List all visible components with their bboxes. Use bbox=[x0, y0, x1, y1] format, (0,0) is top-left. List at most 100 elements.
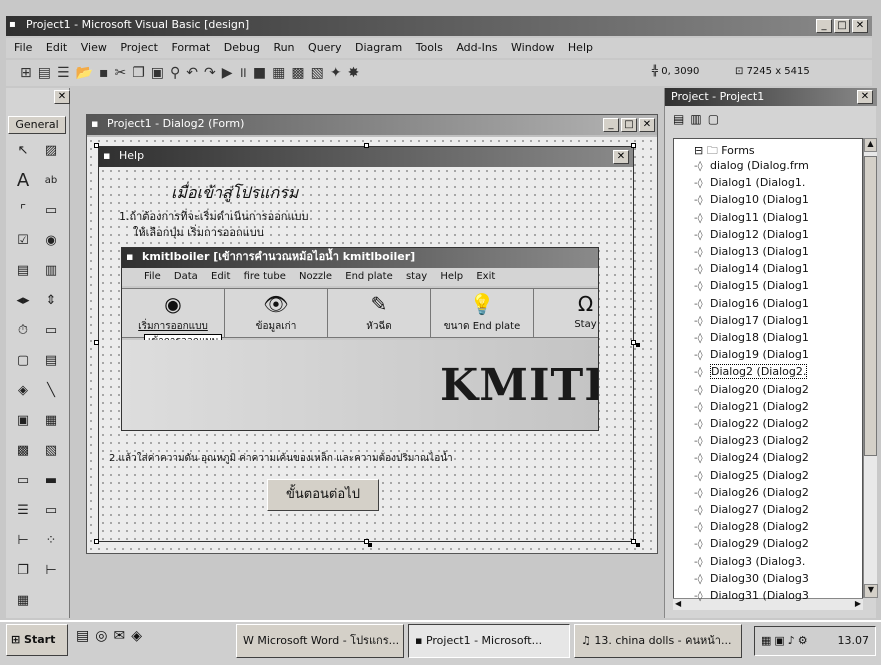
resize-handle[interactable] bbox=[94, 143, 99, 148]
toolbar-tool-icon[interactable]: ☰ bbox=[10, 500, 36, 522]
start-button[interactable]: ⊞ Start bbox=[6, 624, 68, 656]
progress-tool-icon[interactable]: ▭ bbox=[38, 500, 64, 522]
close-button[interactable]: ✕ bbox=[852, 19, 868, 33]
find-icon[interactable]: ⚲ bbox=[170, 65, 186, 81]
minimize-button[interactable]: _ bbox=[816, 19, 832, 33]
label-tool-icon[interactable]: A bbox=[10, 170, 36, 192]
tree-form-item[interactable]: -◊ Dialog17 (Dialog1 bbox=[694, 313, 809, 329]
line-tool-icon[interactable]: ╲ bbox=[38, 380, 64, 402]
menu-editor-icon[interactable]: ☰ bbox=[57, 65, 76, 81]
form-minimize-button[interactable]: _ bbox=[603, 118, 619, 132]
frame-tool-icon[interactable]: ⌜ bbox=[10, 200, 36, 222]
tree-form-item[interactable]: -◊ Dialog29 (Dialog2 bbox=[694, 536, 809, 552]
menu-format[interactable]: Format bbox=[171, 41, 210, 54]
listview-tool-icon[interactable]: ⁘ bbox=[38, 530, 64, 552]
help-form[interactable]: ▪ Help ✕ เมื่อเข้าสู่โปรแกรม 1.ถ้าต้องกา… bbox=[98, 146, 634, 542]
task-media[interactable]: ♫ 13. china dolls - คนหน้า... bbox=[574, 624, 742, 658]
form-layout-icon[interactable]: ▧ bbox=[311, 65, 330, 81]
toggle-folders-icon[interactable]: ▢ bbox=[708, 112, 725, 126]
toolbox-close-button[interactable]: ✕ bbox=[54, 90, 70, 104]
tree-form-item[interactable]: -◊ Dialog1 (Dialog1. bbox=[694, 175, 805, 191]
menu-window[interactable]: Window bbox=[511, 41, 554, 54]
redo-icon[interactable]: ↷ bbox=[204, 65, 222, 81]
optionbutton-tool-icon[interactable]: ◉ bbox=[38, 230, 64, 252]
menu-project[interactable]: Project bbox=[120, 41, 158, 54]
form-resize-grip[interactable] bbox=[636, 343, 640, 347]
tree-form-item[interactable]: -◊ Dialog3 (Dialog3. bbox=[694, 554, 805, 570]
scroll-left-icon[interactable]: ◀ bbox=[675, 599, 681, 608]
view-object-icon[interactable]: ▥ bbox=[690, 112, 707, 126]
kmitl-menu-item[interactable]: Data bbox=[174, 271, 198, 282]
image-tool-icon[interactable]: ▣ bbox=[10, 410, 36, 432]
menu-diagram[interactable]: Diagram bbox=[355, 41, 402, 54]
form-resize-grip[interactable] bbox=[368, 543, 372, 547]
kmitl-menu-item[interactable]: File bbox=[144, 271, 161, 282]
imagelist-tool-icon[interactable]: ❐ bbox=[10, 560, 36, 582]
tree-form-item[interactable]: -◊ Dialog15 (Dialog1 bbox=[694, 278, 809, 294]
properties-icon[interactable]: ▩ bbox=[291, 65, 310, 81]
kmitl-menu-item[interactable]: stay bbox=[406, 271, 427, 282]
tree-form-item[interactable]: -◊ Dialog12 (Dialog1 bbox=[694, 227, 809, 243]
data-tool-icon[interactable]: ▦ bbox=[38, 410, 64, 432]
tree-form-item[interactable]: -◊ Dialog19 (Dialog1 bbox=[694, 347, 809, 363]
hscrollbar-tool-icon[interactable]: ◂▸ bbox=[10, 290, 36, 312]
channels-icon[interactable]: ◈ bbox=[131, 628, 148, 644]
tree-form-item[interactable]: -◊ Dialog14 (Dialog1 bbox=[694, 261, 809, 277]
tree-form-item[interactable]: -◊ Dialog30 (Dialog3 bbox=[694, 571, 809, 587]
pointer-tool-icon[interactable]: ↖ bbox=[10, 140, 36, 162]
tree-form-item[interactable]: -◊ dialog (Dialog.frm bbox=[694, 158, 809, 174]
object-browser-icon[interactable]: ✦ bbox=[330, 65, 348, 81]
menu-add-ins[interactable]: Add-Ins bbox=[456, 41, 497, 54]
cut-icon[interactable]: ✂ bbox=[114, 65, 132, 81]
textbox-tool-icon[interactable]: ab bbox=[38, 170, 64, 192]
slider-tool-icon[interactable]: ⊢ bbox=[38, 560, 64, 582]
tree-form-item[interactable]: -◊ Dialog23 (Dialog2 bbox=[694, 433, 809, 449]
save-icon[interactable]: ▪ bbox=[99, 65, 115, 81]
tree-form-item[interactable]: -◊ Dialog13 (Dialog1 bbox=[694, 244, 809, 260]
view-code-icon[interactable]: ▤ bbox=[673, 112, 690, 126]
menu-edit[interactable]: Edit bbox=[46, 41, 67, 54]
menu-tools[interactable]: Tools bbox=[416, 41, 443, 54]
picturebox-tool-icon[interactable]: ▨ bbox=[38, 140, 64, 162]
vscrollbar-tool-icon[interactable]: ⇕ bbox=[38, 290, 64, 312]
kmitl-menu-item[interactable]: Edit bbox=[211, 271, 230, 282]
tree-form-item[interactable]: -◊ Dialog16 (Dialog1 bbox=[694, 296, 809, 312]
menu-help[interactable]: Help bbox=[568, 41, 593, 54]
listbox-tool-icon[interactable]: ▥ bbox=[38, 260, 64, 282]
add-form-icon[interactable]: ▤ bbox=[38, 65, 57, 81]
form-maximize-button[interactable]: □ bbox=[621, 118, 637, 132]
form-close-button[interactable]: ✕ bbox=[639, 118, 655, 132]
paste-icon[interactable]: ▣ bbox=[151, 65, 170, 81]
dirlistbox-tool-icon[interactable]: ▢ bbox=[10, 350, 36, 372]
kmitl-nozzle-button[interactable]: ✎ หัวฉีด bbox=[328, 289, 431, 337]
task-vb-project[interactable]: ▪ Project1 - Microsoft... bbox=[408, 624, 570, 658]
help-form-close-button[interactable]: ✕ bbox=[613, 150, 629, 164]
menu-view[interactable]: View bbox=[81, 41, 107, 54]
tree-form-item[interactable]: -◊ Dialog27 (Dialog2 bbox=[694, 502, 809, 518]
run-icon[interactable]: ▶ bbox=[222, 65, 239, 81]
tree-form-item[interactable]: -◊ Dialog2 (Dialog2. bbox=[694, 364, 808, 380]
tree-form-item[interactable]: -◊ Dialog24 (Dialog2 bbox=[694, 450, 809, 466]
tab-tool-icon[interactable]: ▭ bbox=[10, 470, 36, 492]
filelistbox-tool-icon[interactable]: ▤ bbox=[38, 350, 64, 372]
outlook-icon[interactable]: ✉ bbox=[113, 628, 131, 644]
status-tool-icon[interactable]: ▬ bbox=[38, 470, 64, 492]
toolbox-icon[interactable]: ✸ bbox=[348, 65, 366, 81]
menu-file[interactable]: File bbox=[14, 41, 32, 54]
tree-form-item[interactable]: -◊ Dialog31 (Dialog3 bbox=[694, 588, 809, 604]
kmitl-menu-item[interactable]: Exit bbox=[476, 271, 495, 282]
copy-icon[interactable]: ❐ bbox=[132, 65, 151, 81]
menu-debug[interactable]: Debug bbox=[224, 41, 260, 54]
kmitl-menu-item[interactable]: Help bbox=[440, 271, 463, 282]
kmitl-old-data-button[interactable]: 👁 ข้อมูลเก่า bbox=[225, 289, 328, 337]
tree-form-item[interactable]: -◊ Dialog25 (Dialog2 bbox=[694, 468, 809, 484]
resize-handle[interactable] bbox=[631, 143, 636, 148]
tray-icons[interactable]: ▦▣♪⚙ bbox=[761, 634, 811, 647]
kmitl-start-design-button[interactable]: ◉ เริ่มการออกแบบ bbox=[122, 289, 225, 337]
form-tool-icon[interactable]: ▦ bbox=[10, 590, 36, 612]
pause-icon[interactable]: ॥ bbox=[239, 65, 253, 81]
tree-form-item[interactable]: -◊ Dialog22 (Dialog2 bbox=[694, 416, 809, 432]
treeview-tool-icon[interactable]: ⊢ bbox=[10, 530, 36, 552]
checkbox-tool-icon[interactable]: ☑ bbox=[10, 230, 36, 252]
timer-tool-icon[interactable]: ⏱ bbox=[10, 320, 36, 342]
